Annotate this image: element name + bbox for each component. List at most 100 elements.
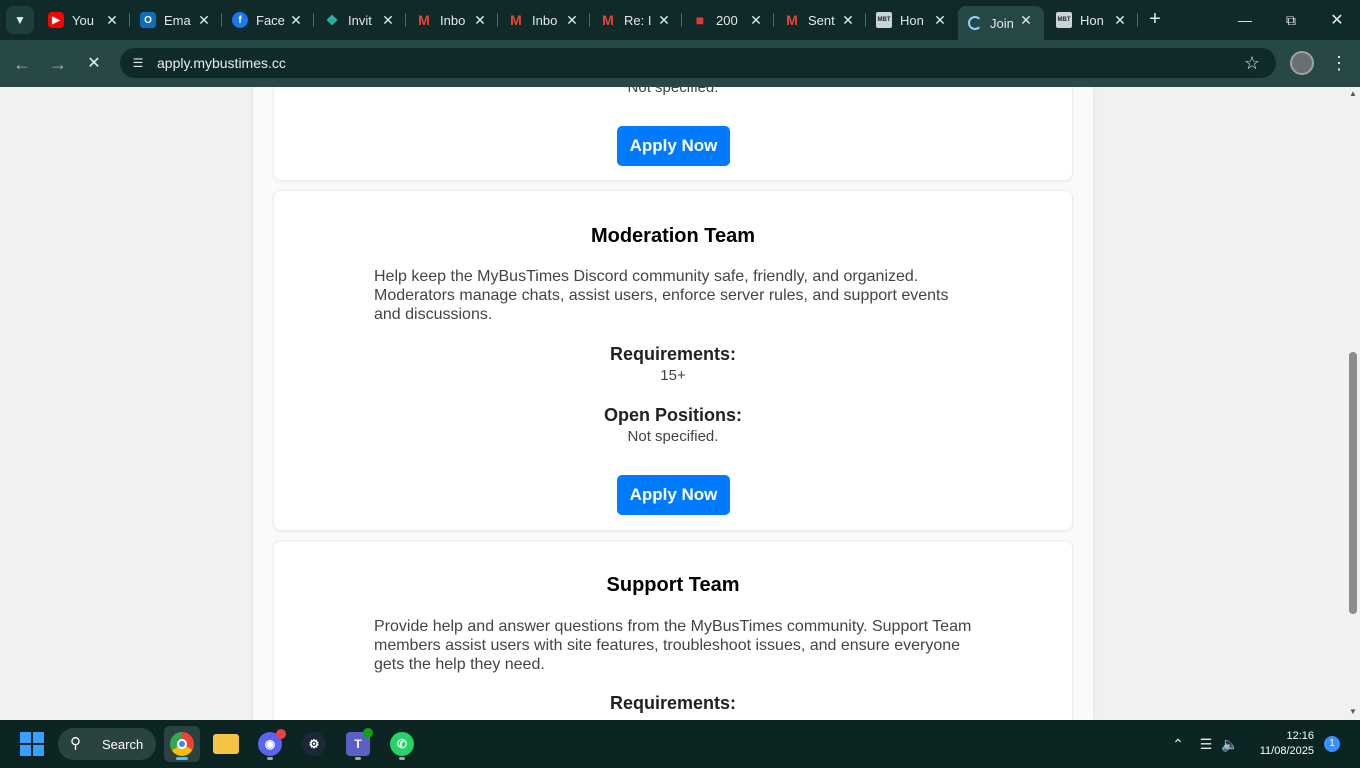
address-bar[interactable] (120, 48, 1276, 78)
scroll-thumb[interactable] (1349, 352, 1357, 614)
chrome-icon (170, 732, 194, 756)
taskbar-whatsapp[interactable]: ✆ (384, 726, 420, 762)
close-tab-icon[interactable]: ✕ (380, 12, 396, 28)
taskbar-steam[interactable]: ⚙ (296, 726, 332, 762)
tab-invite[interactable]: ❖ Invit ✕ (314, 6, 406, 34)
notification-dot (276, 729, 286, 739)
site-info-icon[interactable]: ☰ (128, 53, 148, 73)
tab-home-1[interactable]: MBT Hon ✕ (866, 6, 958, 34)
mybustimes-icon: MBT (1056, 12, 1072, 28)
close-window-icon[interactable]: ✕ (1314, 0, 1360, 40)
taskbar-search-label: Search (102, 736, 144, 752)
tab-label: Hon (900, 12, 924, 28)
close-tab-icon[interactable]: ✕ (1018, 12, 1034, 28)
tab-email[interactable]: O Ema ✕ (130, 6, 222, 34)
taskbar-discord[interactable]: ◉ (252, 726, 288, 762)
gmail-icon: M (418, 12, 430, 28)
facebook-icon: f (232, 12, 248, 28)
close-tab-icon[interactable]: ✕ (748, 12, 764, 28)
tab-label: Sent (808, 12, 835, 28)
url-text[interactable]: apply.mybustimes.cc (157, 55, 286, 71)
forward-arrow-icon[interactable]: → (46, 52, 70, 76)
close-tab-icon[interactable]: ✕ (840, 12, 856, 28)
requirements-label: Requirements: (609, 344, 737, 364)
red-logo-icon: ■ (695, 12, 705, 28)
tab-inbox-2[interactable]: M Inbo ✕ (498, 6, 590, 34)
gmail-icon: M (602, 12, 614, 28)
close-tab-icon[interactable]: ✕ (472, 12, 488, 28)
close-tab-icon[interactable]: ✕ (932, 12, 948, 28)
close-tab-icon[interactable]: ✕ (1112, 12, 1128, 28)
tab-label: Hon (1080, 12, 1104, 28)
open-positions-value: Not specified. (627, 87, 719, 96)
close-tab-icon[interactable]: ✕ (656, 12, 672, 28)
tab-label: You (72, 12, 94, 28)
chevron-up-icon[interactable]: ⌃ (1168, 734, 1188, 754)
back-arrow-icon[interactable]: ← (10, 52, 34, 76)
scroll-up-arrow-icon[interactable]: ▲ (1348, 89, 1358, 99)
content-column: Not specified. Apply Now Moderation Team… (253, 87, 1093, 720)
clock-time: 12:16 (1286, 730, 1314, 742)
volume-icon[interactable]: 🔈 (1220, 734, 1240, 754)
team-card-support: Support Team Provide help and answer que… (273, 540, 1073, 720)
requirements-label: Requirements: (609, 693, 737, 713)
clock-date: 11/08/2025 (1259, 745, 1314, 757)
notification-count-badge[interactable]: 1 (1324, 736, 1340, 752)
outlook-icon: O (140, 12, 156, 28)
tab-join-active[interactable]: Join ✕ (958, 6, 1044, 40)
loading-icon (968, 16, 982, 30)
tab-label: Face (256, 12, 285, 28)
browser-menu-icon[interactable]: ⋮ (1330, 52, 1348, 74)
chevron-down-icon: ▼ (14, 13, 26, 27)
tab-reply[interactable]: M Re: I ✕ (590, 6, 682, 34)
apply-now-button[interactable]: Apply Now (617, 126, 730, 166)
tab-facebook[interactable]: f Face ✕ (222, 6, 314, 34)
minimize-icon[interactable]: — (1222, 0, 1268, 40)
open-positions-value: Not specified. (627, 428, 719, 445)
close-tab-icon[interactable]: ✕ (196, 12, 212, 28)
gmail-icon: M (510, 12, 522, 28)
stop-loading-icon[interactable]: ✕ (82, 52, 106, 76)
tab-home-2[interactable]: MBT Hon ✕ (1046, 6, 1138, 34)
card-title: Support Team (606, 574, 740, 596)
tab-youtube[interactable]: ▶ You ✕ (38, 6, 130, 34)
steam-icon: ⚙ (302, 732, 326, 756)
page-viewport: Not specified. Apply Now Moderation Team… (0, 87, 1346, 720)
requirements-value: 15+ (660, 367, 686, 384)
taskbar-file-explorer[interactable] (208, 726, 244, 762)
tab-search-button[interactable]: ▼ (6, 6, 34, 34)
tab-200[interactable]: ■ 200 ✕ (682, 6, 774, 34)
system-clock[interactable]: 12:16 11/08/2025 (1250, 729, 1314, 759)
gmail-icon: M (786, 12, 798, 28)
windows-start-icon[interactable] (20, 732, 44, 756)
tab-label: Inbo (532, 12, 558, 28)
scroll-down-arrow-icon[interactable]: ▼ (1348, 707, 1358, 717)
close-tab-icon[interactable]: ✕ (564, 12, 580, 28)
wifi-icon[interactable]: ☰ (1196, 734, 1216, 754)
card-title: Moderation Team (590, 225, 756, 247)
whatsapp-icon: ✆ (390, 732, 414, 756)
taskbar-search[interactable]: ⚲ Search (58, 728, 156, 760)
new-tab-plus-icon[interactable]: + (1144, 8, 1166, 30)
taskbar-teams[interactable]: T (340, 726, 376, 762)
youtube-icon: ▶ (48, 12, 64, 28)
apply-now-button[interactable]: Apply Now (617, 475, 730, 515)
mybustimes-icon: MBT (876, 12, 892, 28)
restore-icon[interactable]: ⧉ (1268, 0, 1314, 40)
card-description: Provide help and answer questions from t… (374, 618, 972, 673)
profile-avatar[interactable] (1290, 51, 1314, 75)
card-description: Help keep the MyBusTimes Discord communi… (374, 268, 949, 323)
tab-label: Invit (348, 12, 372, 28)
tab-inbox-1[interactable]: M Inbo ✕ (406, 6, 498, 34)
tab-label: Inbo (440, 12, 466, 28)
invite-icon: ❖ (325, 11, 339, 28)
open-positions-label: Open Positions: (603, 405, 742, 425)
team-card-moderation: Moderation Team Help keep the MyBusTimes… (273, 190, 1073, 531)
taskbar-chrome[interactable] (164, 726, 200, 762)
tab-sent[interactable]: M Sent ✕ (774, 6, 866, 34)
search-icon: ⚲ (70, 735, 81, 752)
bookmark-star-icon[interactable]: ☆ (1241, 52, 1263, 74)
close-tab-icon[interactable]: ✕ (104, 12, 120, 28)
folder-icon (213, 734, 239, 754)
close-tab-icon[interactable]: ✕ (288, 12, 304, 28)
